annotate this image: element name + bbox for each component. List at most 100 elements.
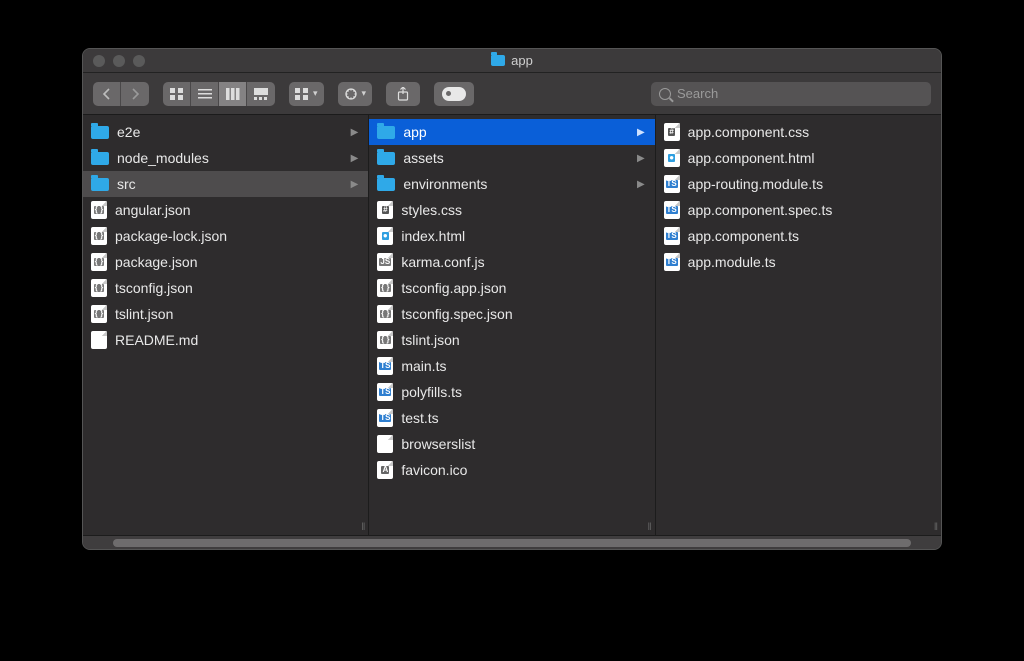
folder-row[interactable]: node_modules ▶ [83,145,368,171]
item-label: node_modules [117,150,209,166]
search-icon [659,88,671,100]
file-icon: { } [91,279,107,297]
item-label: app.component.css [688,124,809,140]
tag-icon [442,87,466,101]
view-mode-group [163,82,275,106]
share-button[interactable] [386,82,420,106]
file-row[interactable]: { } package.json [83,249,368,275]
file-row[interactable]: TS app-routing.module.ts [656,171,941,197]
item-label: tsconfig.app.json [401,280,506,296]
horizontal-scrollbar[interactable] [83,535,941,549]
file-icon: # [377,201,393,219]
column[interactable]: #app.component.css●app.component.htmlTSa… [656,115,941,535]
tags-button[interactable] [434,82,474,106]
file-icon: { } [377,331,393,349]
file-row[interactable]: { }tsconfig.json [83,275,368,301]
chevron-down-icon: ▾ [362,88,367,99]
file-row[interactable]: JSkarma.conf.js [369,249,654,275]
file-row[interactable]: { } angular.json [83,197,368,223]
file-row[interactable]: TS polyfills.ts [369,379,654,405]
folder-row[interactable]: src ▶ [83,171,368,197]
file-row[interactable]: { }package-lock.json [83,223,368,249]
item-label: app.component.spec.ts [688,202,833,218]
item-label: environments [403,176,487,192]
item-label: package-lock.json [115,228,227,244]
arrange-group: ▾ [289,82,324,106]
file-row[interactable]: Afavicon.ico [369,457,654,483]
file-row[interactable]: TS test.ts [369,405,654,431]
disclosure-arrow-icon: ▶ [637,127,645,138]
file-row[interactable]: ●index.html [369,223,654,249]
file-row[interactable]: #styles.css [369,197,654,223]
file-row[interactable]: TSapp.module.ts [656,249,941,275]
folder-icon [491,55,505,66]
item-label: polyfills.ts [401,384,462,400]
zoom-window-button[interactable] [133,55,145,67]
column[interactable]: app▶assets▶environments▶#styles.css●inde… [369,115,655,535]
disclosure-arrow-icon: ▶ [351,179,359,190]
file-icon: ● [377,227,393,245]
item-label: package.json [115,254,198,270]
column-resize-handle[interactable]: ‖ [361,522,366,533]
file-icon: A [377,461,393,479]
item-label: src [117,176,136,192]
action-menu-button[interactable]: ▾ [338,82,373,106]
item-label: favicon.ico [401,462,467,478]
item-label: tslint.json [115,306,173,322]
close-window-button[interactable] [93,55,105,67]
file-icon: TS [377,409,393,427]
back-button[interactable] [93,82,121,106]
file-row[interactable]: TSapp.component.ts [656,223,941,249]
search-field[interactable] [651,82,931,106]
file-row[interactable]: { }tsconfig.spec.json [369,301,654,327]
file-icon: { } [91,201,107,219]
column[interactable]: e2e▶node_modules▶src▶{ }angular.json{ }p… [83,115,369,535]
file-icon: { } [91,305,107,323]
item-label: karma.conf.js [401,254,484,270]
file-icon: { } [377,279,393,297]
file-row[interactable]: { } tslint.json [83,301,368,327]
column-resize-handle[interactable]: ‖ [934,522,939,533]
file-row[interactable]: README.md [83,327,368,353]
file-row[interactable]: browserslist [369,431,654,457]
item-label: app.module.ts [688,254,776,270]
arrange-button[interactable]: ▾ [289,82,324,106]
minimize-window-button[interactable] [113,55,125,67]
finder-window: app [82,48,942,550]
file-row[interactable]: { }tslint.json [369,327,654,353]
folder-row[interactable]: app▶ [369,119,654,145]
file-icon: { } [91,253,107,271]
file-row[interactable]: TSmain.ts [369,353,654,379]
gallery-view-button[interactable] [247,82,275,106]
folder-row[interactable]: environments▶ [369,171,654,197]
forward-button[interactable] [121,82,149,106]
icon-view-button[interactable] [163,82,191,106]
item-label: assets [403,150,443,166]
column-resize-handle[interactable]: ‖ [648,522,653,533]
folder-icon [91,152,109,165]
item-label: test.ts [401,410,438,426]
item-label: app-routing.module.ts [688,176,823,192]
file-icon: TS [377,383,393,401]
disclosure-arrow-icon: ▶ [351,153,359,164]
folder-row[interactable]: assets▶ [369,145,654,171]
folder-row[interactable]: e2e▶ [83,119,368,145]
file-icon: TS [664,201,680,219]
column-browser: e2e▶node_modules▶src▶{ }angular.json{ }p… [83,115,941,535]
search-input[interactable] [677,86,923,101]
folder-icon [377,178,395,191]
file-icon: ● [664,149,680,167]
window-title: app [83,53,941,68]
scrollbar-thumb[interactable] [113,539,911,547]
file-row[interactable]: #app.component.css [656,119,941,145]
window-controls [83,55,145,67]
file-row[interactable]: { } tsconfig.app.json [369,275,654,301]
list-view-button[interactable] [191,82,219,106]
folder-icon [377,152,395,165]
file-icon: TS [664,175,680,193]
file-row[interactable]: TS app.component.spec.ts [656,197,941,223]
item-label: e2e [117,124,140,140]
file-row[interactable]: ●app.component.html [656,145,941,171]
column-view-button[interactable] [219,82,247,106]
item-label: angular.json [115,202,191,218]
